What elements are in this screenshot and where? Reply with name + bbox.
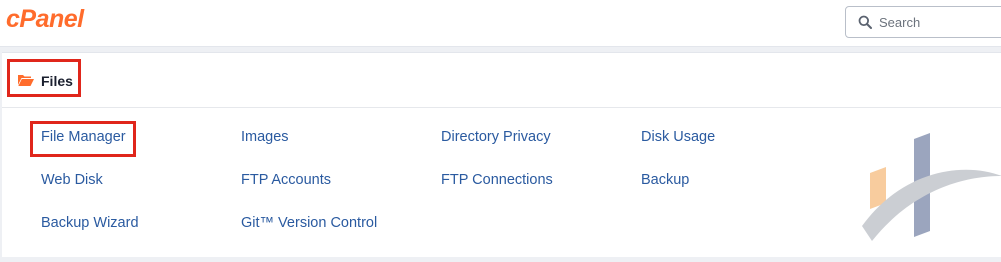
search-icon [858, 15, 872, 29]
link-disk-usage[interactable]: Disk Usage [641, 129, 715, 145]
link-ftp-accounts[interactable]: FTP Accounts [241, 172, 331, 188]
folder-open-icon [18, 75, 34, 86]
link-file-manager[interactable]: File Manager [41, 129, 126, 145]
files-panel-header[interactable]: Files [2, 53, 1001, 108]
link-images[interactable]: Images [241, 129, 289, 145]
search-input[interactable] [879, 13, 999, 31]
section-title: Files [41, 73, 73, 89]
cpanel-logo[interactable]: cPanel [6, 5, 84, 34]
link-git-version-control[interactable]: Git™ Version Control [241, 215, 377, 231]
link-ftp-connections[interactable]: FTP Connections [441, 172, 553, 188]
link-directory-privacy[interactable]: Directory Privacy [441, 129, 551, 145]
watermark-logo [862, 133, 1001, 241]
files-panel: Files File Manager Images Directory Priv… [2, 52, 1001, 257]
top-bar: cPanel [0, 0, 1001, 47]
link-backup-wizard[interactable]: Backup Wizard [41, 215, 139, 231]
link-web-disk[interactable]: Web Disk [41, 172, 103, 188]
link-backup[interactable]: Backup [641, 172, 689, 188]
search-box[interactable] [845, 6, 1001, 38]
